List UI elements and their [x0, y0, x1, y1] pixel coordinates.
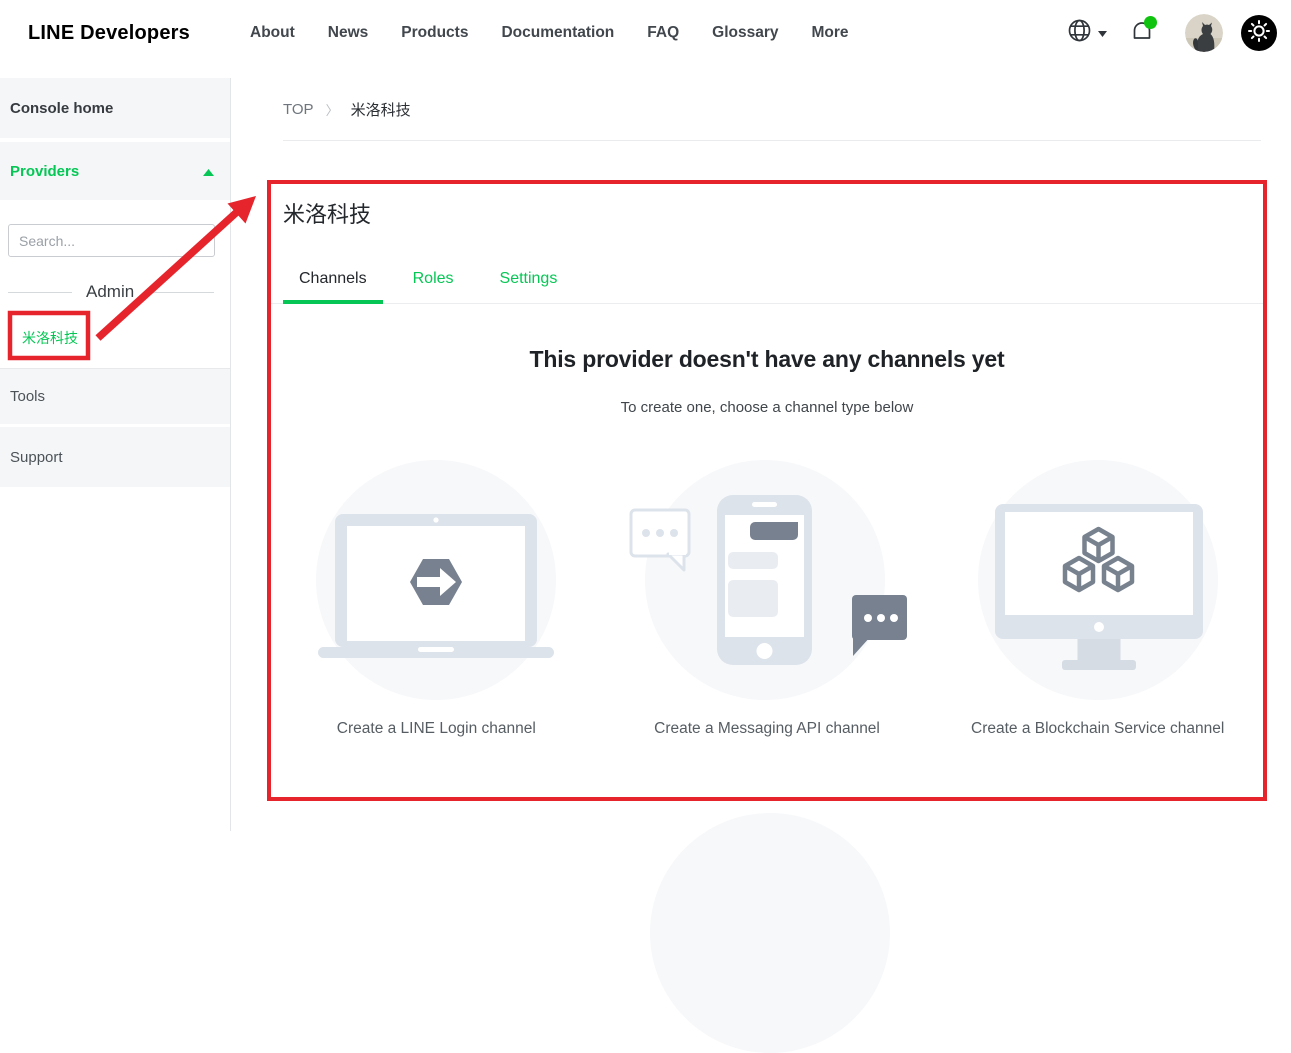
nav-more[interactable]: More [812, 24, 849, 42]
top-header: LINE Developers About News Products Docu… [0, 0, 1291, 78]
create-line-login-channel-card[interactable]: Create a LINE Login channel [271, 460, 602, 738]
theme-toggle-button[interactable] [1241, 15, 1277, 51]
nav-documentation[interactable]: Documentation [501, 24, 614, 42]
admin-section-divider: Admin [0, 282, 230, 302]
blockchain-service-illustration-icon [932, 460, 1263, 700]
globe-icon [1067, 18, 1092, 48]
card-label: Create a LINE Login channel [271, 720, 602, 738]
providers-panel: Admin 米洛科技 [0, 200, 230, 368]
admin-group-label: Admin [72, 282, 148, 302]
create-blockchain-service-channel-card[interactable]: Create a Blockchain Service channel [932, 460, 1263, 738]
breadcrumb-separator-icon: 〉 [326, 100, 339, 119]
empty-state-subtitle: To create one, choose a channel type bel… [271, 399, 1263, 416]
card-label: Create a Blockchain Service channel [932, 720, 1263, 738]
tab-settings[interactable]: Settings [484, 270, 574, 303]
sidebar-provider-link[interactable]: 米洛科技 [22, 328, 78, 348]
notification-badge [1144, 16, 1157, 29]
create-messaging-api-channel-card[interactable]: Create a Messaging API channel [602, 460, 933, 738]
messaging-api-illustration-icon [602, 460, 933, 700]
divider-line [8, 292, 72, 293]
sidebar: Console home Providers Admin 米洛科技 Tools … [0, 78, 231, 831]
breadcrumb-top-link[interactable]: TOP [283, 101, 314, 118]
sidebar-item-providers[interactable]: Providers [0, 142, 230, 200]
sidebar-providers-label: Providers [10, 163, 79, 180]
breadcrumb-divider [283, 140, 1261, 141]
bell-icon [1131, 30, 1153, 47]
tab-roles[interactable]: Roles [397, 270, 470, 303]
line-login-illustration-icon [271, 460, 602, 700]
provider-tabs: Channels Roles Settings [271, 270, 1263, 304]
nav-about[interactable]: About [250, 24, 295, 42]
line-developers-logo[interactable]: LINE Developers [28, 22, 190, 45]
sidebar-item-console-home[interactable]: Console home [0, 78, 230, 138]
sidebar-item-support[interactable]: Support [0, 427, 230, 487]
empty-state-title: This provider doesn't have any channels … [271, 346, 1263, 373]
divider-line [148, 292, 214, 293]
nav-glossary[interactable]: Glossary [712, 24, 778, 42]
user-avatar[interactable] [1185, 14, 1223, 52]
nav-faq[interactable]: FAQ [647, 24, 679, 42]
language-selector[interactable] [1067, 18, 1107, 48]
nav-news[interactable]: News [328, 24, 369, 42]
chevron-down-icon [1098, 24, 1107, 42]
nav-products[interactable]: Products [401, 24, 468, 42]
notifications-button[interactable] [1131, 19, 1153, 48]
chevron-up-icon [203, 163, 214, 180]
breadcrumb: TOP 〉 米洛科技 [283, 99, 411, 120]
next-channel-illustration-partial [650, 813, 890, 1053]
provider-panel: 米洛科技 Channels Roles Settings This provid… [267, 180, 1267, 801]
card-label: Create a Messaging API channel [602, 720, 933, 738]
main-nav: About News Products Documentation FAQ Gl… [250, 24, 849, 42]
breadcrumb-current: 米洛科技 [351, 99, 411, 120]
sidebar-item-tools[interactable]: Tools [0, 368, 230, 424]
provider-search-input[interactable] [8, 224, 215, 257]
sun-icon [1248, 20, 1270, 47]
tab-channels[interactable]: Channels [283, 270, 383, 304]
channel-type-cards: Create a LINE Login channel [271, 460, 1263, 738]
provider-title: 米洛科技 [283, 197, 1263, 229]
main-content: TOP 〉 米洛科技 米洛科技 Channels Roles Settings … [231, 78, 1291, 831]
